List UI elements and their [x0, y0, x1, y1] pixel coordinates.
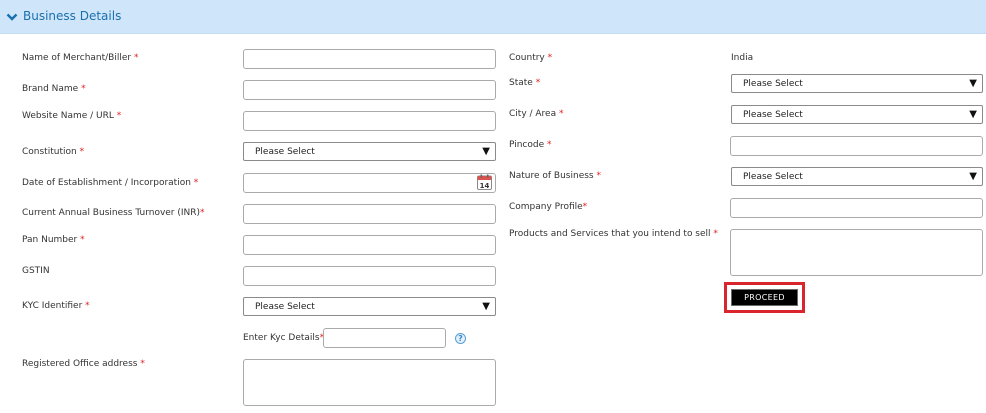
office-address-label: Registered Office address *: [22, 359, 145, 369]
brand-name-label: Brand Name *: [22, 84, 86, 94]
merchant-name-label: Name of Merchant/Biller *: [22, 53, 139, 63]
section-header[interactable]: Business Details: [0, 0, 986, 34]
kyc-identifier-selected-value: Please Select: [255, 302, 315, 312]
calendar-icon[interactable]: 14: [477, 174, 492, 190]
city-select[interactable]: Please Select ▼: [731, 105, 983, 124]
country-value: India: [731, 53, 754, 63]
city-selected-value: Please Select: [743, 110, 803, 120]
city-label: City / Area *: [509, 109, 564, 119]
brand-name-input[interactable]: [243, 80, 496, 100]
constitution-label: Constitution *: [22, 147, 85, 157]
gstin-label: GSTIN: [22, 266, 50, 276]
dropdown-arrow-icon: ▼: [969, 78, 977, 89]
turnover-input[interactable]: [243, 204, 496, 224]
nature-of-business-selected-value: Please Select: [743, 172, 803, 182]
country-label: Country *: [509, 53, 553, 63]
pan-input[interactable]: [243, 235, 496, 255]
company-profile-label: Company Profile*: [509, 202, 588, 212]
section-title: Business Details: [23, 9, 122, 23]
website-label: Website Name / URL *: [22, 111, 122, 121]
dropdown-arrow-icon: ▼: [969, 171, 977, 182]
merchant-name-input[interactable]: [243, 49, 496, 69]
website-input[interactable]: [243, 111, 496, 131]
calendar-day-text: 14: [480, 182, 490, 190]
nature-of-business-label: Nature of Business *: [509, 171, 601, 181]
company-profile-input[interactable]: [730, 198, 983, 218]
gstin-input[interactable]: [243, 266, 496, 286]
dropdown-arrow-icon: ▼: [969, 109, 977, 120]
constitution-selected-value: Please Select: [255, 147, 315, 157]
state-label: State *: [509, 78, 541, 88]
kyc-details-input[interactable]: [323, 328, 446, 348]
nature-of-business-select[interactable]: Please Select ▼: [731, 167, 983, 186]
date-establishment-input[interactable]: [243, 173, 496, 193]
products-textarea[interactable]: [730, 229, 983, 276]
proceed-button[interactable]: PROCEED: [731, 289, 798, 306]
state-selected-value: Please Select: [743, 79, 803, 89]
kyc-identifier-label: KYC Identifier *: [22, 301, 90, 311]
state-select[interactable]: Please Select ▼: [731, 74, 983, 93]
pincode-input[interactable]: [730, 136, 983, 156]
constitution-select[interactable]: Please Select ▼: [243, 142, 496, 161]
kyc-identifier-select[interactable]: Please Select ▼: [243, 297, 496, 316]
proceed-highlight-frame: PROCEED: [724, 282, 805, 313]
turnover-label: Current Annual Business Turnover (INR)*: [22, 208, 205, 218]
pincode-label: Pincode *: [509, 140, 552, 150]
dropdown-arrow-icon: ▼: [482, 301, 490, 312]
help-icon[interactable]: ?: [455, 333, 466, 344]
date-establishment-label: Date of Establishment / Incorporation *: [22, 178, 199, 188]
kyc-details-label: Enter Kyc Details*: [243, 333, 325, 343]
chevron-down-icon[interactable]: [6, 11, 18, 23]
dropdown-arrow-icon: ▼: [482, 146, 490, 157]
office-address-textarea[interactable]: [243, 359, 496, 406]
pan-label: Pan Number *: [22, 235, 85, 245]
products-label: Products and Services that you intend to…: [509, 229, 718, 239]
